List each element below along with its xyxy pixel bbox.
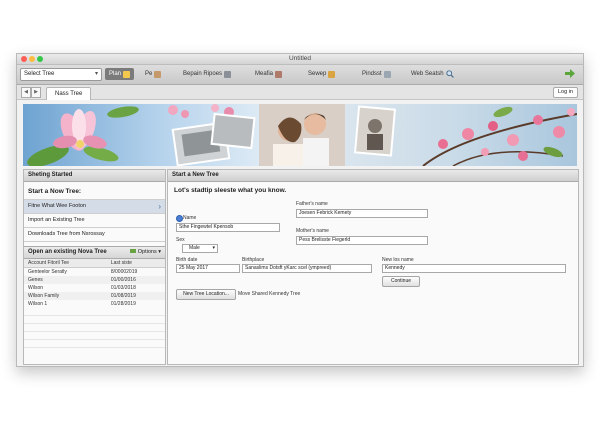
name-label: Name — [183, 215, 197, 221]
toolbar-button-sources[interactable]: Sewep — [308, 68, 336, 80]
table-row[interactable]: Genteelor Seratly 8/00002019 — [24, 268, 165, 277]
toolbar-button-people[interactable]: Pe — [145, 68, 162, 80]
option-label: Import an Existing Tree — [28, 217, 85, 223]
login-button[interactable]: Log in — [553, 87, 578, 98]
toolbar-button-media[interactable]: Meafia — [255, 68, 283, 80]
father-name-label: Father's name — [296, 201, 328, 207]
back-button[interactable]: ◀ — [21, 87, 31, 98]
photo-icon — [328, 70, 336, 78]
person-icon — [154, 70, 162, 78]
existing-tree-title: Open an existing Nova Tree — [28, 249, 107, 255]
getting-started-panel: Sheting Started Start a Now Tree: Fitne … — [23, 169, 166, 365]
last-name-label: New los name — [382, 257, 414, 263]
toolbar-button-publish[interactable]: Pindsst — [362, 68, 391, 80]
empty-row — [24, 308, 165, 316]
empty-row — [24, 316, 165, 324]
sex-label: Sex — [176, 237, 185, 243]
name-field[interactable]: Sthe Fingewtel Kpensob — [176, 223, 280, 232]
option-download-tree[interactable]: Downloads Tree from Nsrossay — [24, 227, 165, 242]
empty-row — [24, 324, 165, 332]
name-radio[interactable] — [176, 215, 183, 222]
media-icon — [275, 70, 283, 78]
title-bar: Untitled — [17, 54, 583, 65]
tree-name: Genes — [24, 276, 107, 284]
table-row[interactable]: Wilson Family 01/08/2019 — [24, 292, 165, 300]
tab-new-tree[interactable]: Nass Tree — [46, 87, 92, 100]
last-name-field[interactable]: Kennedy — [382, 264, 566, 273]
table-row[interactable]: Wilson 01/03/2018 — [24, 284, 165, 292]
option-import-tree[interactable]: Import an Existing Tree — [24, 213, 165, 227]
tree-date: 01/03/2018 — [110, 285, 136, 291]
banner-image — [23, 104, 577, 166]
father-name-field[interactable]: Joesen Febrick Kemety — [296, 209, 428, 218]
folder-icon — [129, 249, 136, 253]
sex-value: Male — [189, 245, 200, 251]
book-icon — [224, 70, 232, 78]
new-tree-header: Start a New Tree — [168, 170, 578, 182]
column-header[interactable]: Account Fitoril Tee — [24, 259, 107, 268]
option-label: Downloads Tree from Nsrossay — [28, 231, 105, 237]
table-row[interactable]: Genes 01/00/2016 — [24, 276, 165, 284]
toolbar-button-label: Meafia — [255, 71, 274, 77]
birthplace-field[interactable]: Sanaslims Dotsft yKarc scel (ympreed) — [242, 264, 372, 273]
getting-started-header: Sheting Started — [24, 170, 165, 182]
window-title: Untitled — [288, 55, 312, 62]
toolbar-button-label: Sewep — [308, 71, 327, 77]
toolbar-button-web-search[interactable]: Web Seatsh — [411, 68, 454, 80]
options-dropdown[interactable]: Options ▾ — [129, 247, 161, 258]
continue-button[interactable]: Continue — [382, 276, 420, 287]
banner-artwork — [27, 104, 577, 166]
toolbar-button-label: Bepain Ripoes — [183, 71, 223, 77]
existing-trees-table: Account Fitoril Tee Last siste Genteelor… — [24, 259, 165, 308]
mother-name-label: Mother's name — [296, 228, 329, 234]
intro-text: Lot's stadtip sleeste what you know. — [174, 187, 287, 194]
toolbar-button-label: Plan — [109, 71, 122, 77]
chevron-down-icon: ▾ — [94, 71, 98, 77]
toolbar-button-plan[interactable]: Plan — [105, 68, 135, 80]
document-icon — [383, 70, 391, 78]
column-header[interactable]: Last siste — [106, 259, 165, 268]
options-label: Options — [137, 249, 157, 255]
app-window: Untitled Select Tree ▾ Plan Pe Bepain Ri… — [16, 53, 584, 367]
start-new-tree-heading: Start a Now Tree: — [28, 188, 82, 195]
tree-name: Wilson 1 — [28, 301, 48, 307]
option-enter-what-you-know[interactable]: Fitne What Wee Footon › — [24, 199, 165, 213]
clipboard-icon — [123, 70, 131, 78]
existing-tree-header: Open an existing Nova Tree Options ▾ — [24, 246, 165, 259]
birth-date-field[interactable]: 25 May 2017 — [176, 264, 240, 273]
forward-button[interactable]: ▶ — [31, 87, 41, 98]
birthplace-label: Birthplace — [242, 257, 265, 263]
tree-date: 01/00/2016 — [106, 276, 165, 284]
birth-date-label: Birth date — [176, 257, 198, 263]
table-row[interactable]: Wilson 1 01/28/2019 — [24, 300, 165, 308]
mother-name-field[interactable]: Pess Brelisste Fiegerld — [296, 236, 428, 245]
empty-row — [24, 332, 165, 340]
toolbar: Select Tree ▾ Plan Pe Bepain Ripoes Meaf… — [17, 65, 583, 85]
toolbar-button-reports[interactable]: Bepain Ripoes — [183, 68, 232, 80]
chevron-down-icon: ▾ — [212, 245, 215, 251]
toolbar-button-label: Pindsst — [362, 71, 382, 77]
toolbar-button-label: Web Seatsh — [411, 71, 444, 77]
new-tree-location-button[interactable]: New Tree Location... — [176, 289, 236, 300]
option-label: Fitne What Wee Footon — [28, 203, 86, 209]
tree-date: 8/00002019 — [110, 269, 138, 275]
tab-strip: ◀ ▶ Nass Tree Log in — [17, 85, 583, 100]
chevron-right-icon: › — [158, 202, 161, 211]
tree-date: 01/28/2019 — [110, 301, 136, 307]
tree-name: Wilson Family — [24, 292, 107, 300]
tree-select-value: Select Tree — [24, 71, 55, 77]
tree-select[interactable]: Select Tree ▾ — [20, 68, 102, 81]
sex-select[interactable]: Male ▾ — [182, 244, 218, 253]
search-icon — [445, 70, 454, 78]
toolbar-button-label: Pe — [145, 71, 153, 77]
empty-row — [24, 340, 165, 348]
new-tree-panel: Start a New Tree Lot's stadtip sleeste w… — [167, 169, 579, 365]
table-header-row: Account Fitoril Tee Last siste — [24, 259, 165, 268]
tree-name: Genteelor Seratly — [28, 269, 67, 275]
green-arrow-icon[interactable] — [565, 69, 575, 78]
tree-date: 01/08/2019 — [106, 292, 165, 300]
tree-name: Wilson — [28, 285, 44, 291]
move-shared-tree-label: Move Shared Kennedy Tree — [238, 291, 301, 297]
